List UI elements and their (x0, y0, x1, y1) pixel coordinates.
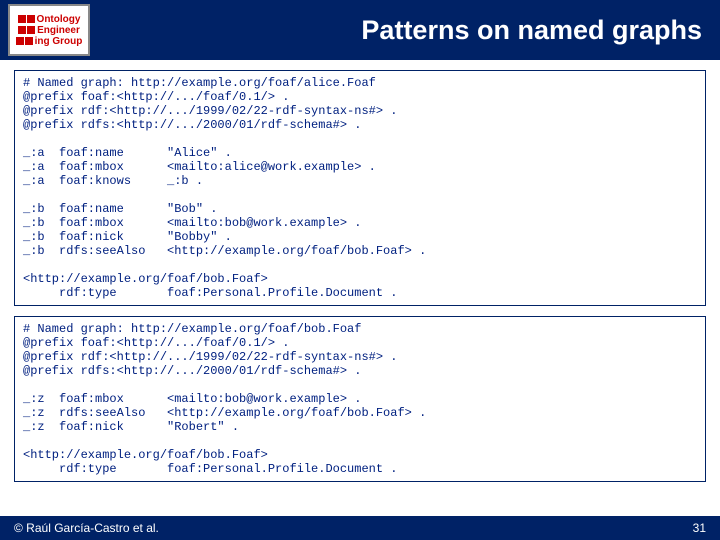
copyright-text: © Raúl García-Castro et al. (14, 521, 159, 535)
title-bar: Ontology Engineer ing Group Patterns on … (0, 0, 720, 60)
logo-badge: Ontology Engineer ing Group (8, 4, 90, 56)
logo-line1: Ontology (37, 14, 81, 25)
code-block-alice: # Named graph: http://example.org/foaf/a… (14, 70, 706, 306)
slide-title: Patterns on named graphs (90, 15, 720, 46)
logo-line2: Engineer (37, 25, 80, 36)
footer-bar: © Raúl García-Castro et al. 31 (0, 516, 720, 540)
page-number: 31 (693, 521, 706, 535)
logo-line3: ing Group (35, 36, 83, 47)
slide-body: # Named graph: http://example.org/foaf/a… (0, 60, 720, 482)
code-block-bob: # Named graph: http://example.org/foaf/b… (14, 316, 706, 482)
